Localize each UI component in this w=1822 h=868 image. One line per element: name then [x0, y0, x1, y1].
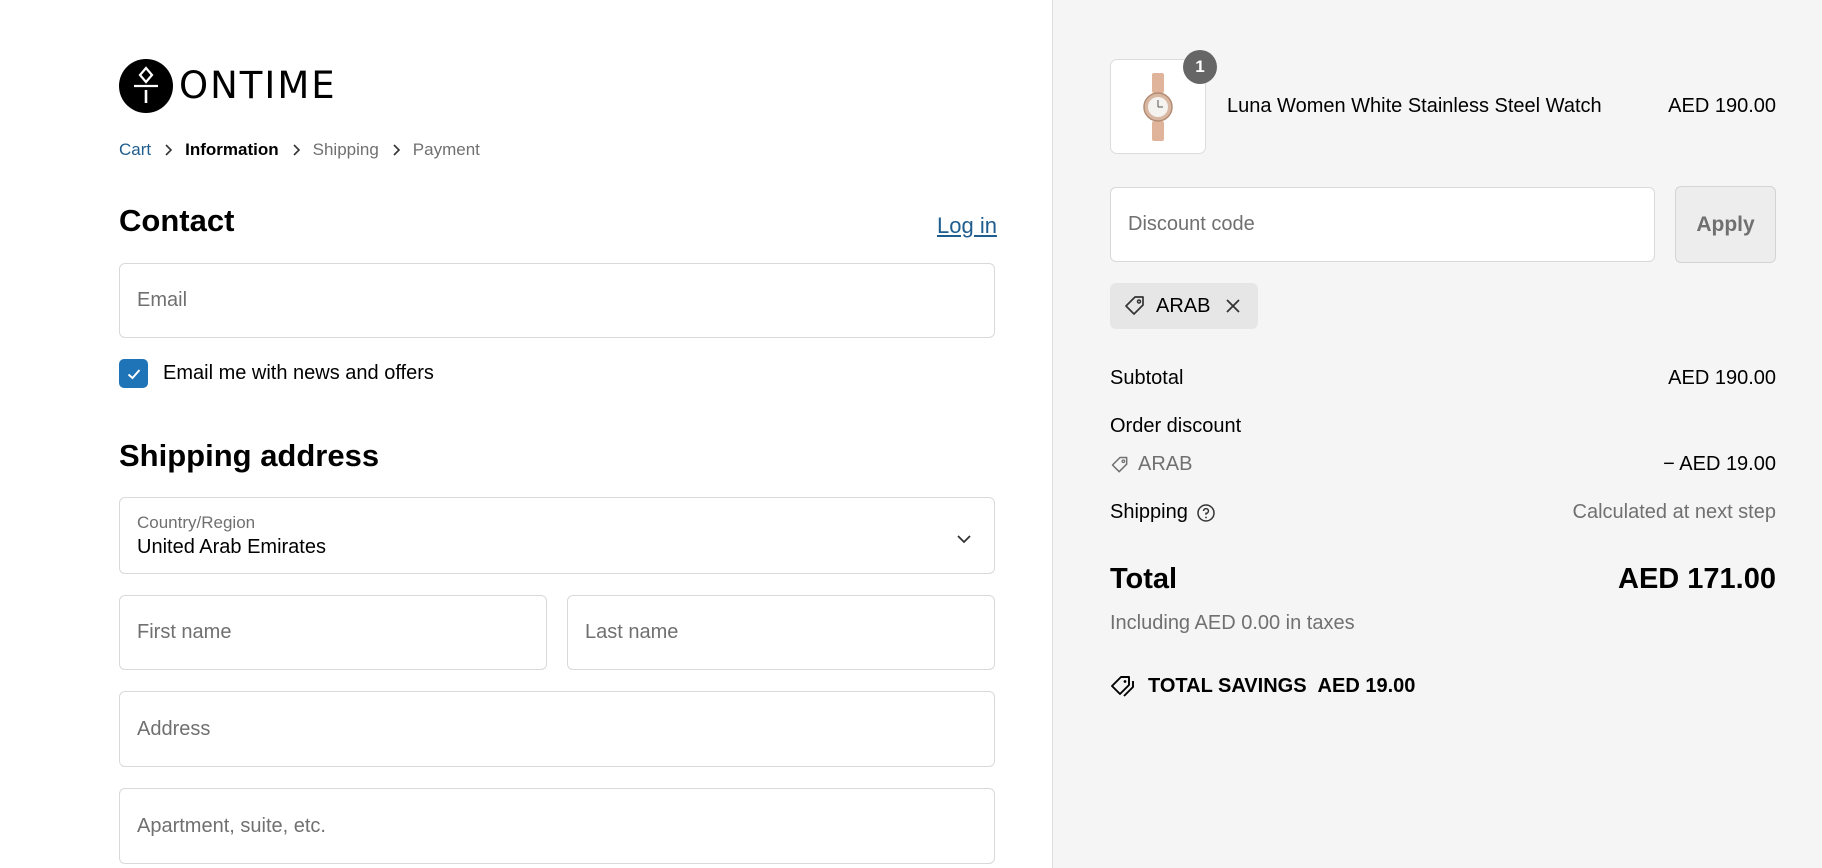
check-icon: [127, 368, 140, 379]
tags-icon: [1111, 676, 1134, 697]
discount-code-input[interactable]: Discount code: [1110, 187, 1655, 262]
discount-code-placeholder: Discount code: [1128, 213, 1255, 235]
tag-icon: [1125, 296, 1144, 315]
chevron-down-icon: [956, 528, 972, 551]
country-value: United Arab Emirates: [137, 536, 326, 558]
order-discount-row: Order discount: [1110, 415, 1776, 438]
applied-discount-chip: ARAB: [1110, 283, 1258, 329]
contact-heading: Contact: [119, 203, 235, 238]
last-name-field[interactable]: Last name: [567, 595, 995, 670]
last-name-placeholder: Last name: [585, 621, 679, 643]
first-name-placeholder: First name: [137, 621, 232, 643]
address-field[interactable]: Address: [119, 691, 995, 767]
breadcrumb-cart[interactable]: Cart: [119, 140, 151, 160]
discount-value: − AED 19.00: [1663, 453, 1776, 475]
quantity-badge: 1: [1183, 50, 1217, 84]
order-discount-label: Order discount: [1110, 415, 1242, 437]
breadcrumb-payment: Payment: [412, 140, 480, 159]
newsletter-option[interactable]: Email me with news and offers: [119, 359, 434, 388]
chevron-right-icon: [379, 143, 413, 157]
chevron-right-icon: [279, 143, 313, 157]
total-value: AED 171.00: [1618, 563, 1776, 595]
applied-discount-code: ARAB: [1156, 294, 1211, 317]
remove-discount-button[interactable]: [1224, 297, 1242, 315]
breadcrumb-information: Information: [185, 140, 279, 159]
subtotal-value: AED 190.00: [1668, 367, 1776, 389]
shipping-value: Calculated at next step: [1572, 501, 1776, 523]
discount-code-row: ARAB − AED 19.00: [1110, 453, 1776, 476]
chevron-right-icon: [151, 143, 185, 157]
address-placeholder: Address: [137, 717, 211, 740]
shipping-row: Shipping Calculated at next step: [1110, 501, 1776, 524]
store-logo[interactable]: ONTIME: [119, 58, 337, 113]
apply-discount-button[interactable]: Apply: [1675, 186, 1776, 263]
breadcrumb: Cart Information Shipping Payment: [119, 140, 480, 160]
breadcrumb-shipping: Shipping: [312, 140, 379, 159]
shipping-address-heading: Shipping address: [119, 438, 380, 473]
product-price: AED 190.00: [1668, 95, 1776, 117]
ontime-logo-mark-icon: [119, 58, 173, 113]
question-circle-icon[interactable]: [1196, 503, 1216, 523]
country-label: Country/Region: [137, 513, 256, 532]
discount-code-label: ARAB: [1138, 453, 1193, 475]
tag-icon: [1111, 456, 1128, 472]
savings-value: AED 19.00: [1317, 674, 1416, 697]
product-name: Luna Women White Stainless Steel Watch: [1227, 95, 1602, 117]
email-placeholder: Email: [137, 289, 188, 311]
subtotal-row: Subtotal AED 190.00: [1110, 367, 1776, 390]
total-savings: TOTAL SAVINGS AED 19.00: [1110, 674, 1415, 698]
shipping-label: Shipping: [1110, 501, 1188, 523]
taxes-note: Including AED 0.00 in taxes: [1110, 612, 1355, 634]
newsletter-checkbox[interactable]: [119, 359, 148, 388]
country-select[interactable]: Country/Region United Arab Emirates: [119, 497, 995, 574]
savings-label: TOTAL SAVINGS: [1148, 674, 1307, 697]
apartment-field[interactable]: Apartment, suite, etc.: [119, 788, 995, 864]
email-field[interactable]: Email: [119, 263, 995, 338]
close-icon: [1226, 299, 1241, 313]
newsletter-label: Email me with news and offers: [163, 362, 434, 384]
brand-name: ONTIME: [179, 64, 337, 107]
total-label: Total: [1110, 563, 1178, 595]
subtotal-label: Subtotal: [1110, 367, 1184, 389]
login-link[interactable]: Log in: [937, 213, 997, 239]
apartment-placeholder: Apartment, suite, etc.: [137, 814, 326, 837]
first-name-field[interactable]: First name: [119, 595, 547, 670]
